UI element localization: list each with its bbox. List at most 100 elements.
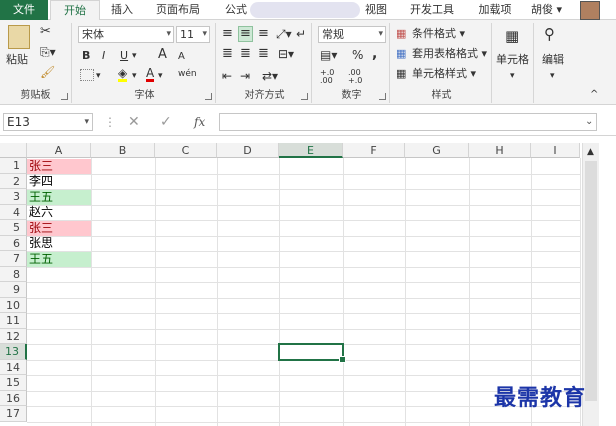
align-middle-icon[interactable]: ≡	[238, 26, 253, 42]
format-as-table-button[interactable]: 套用表格格式 ▾	[412, 47, 487, 61]
expand-formula-icon[interactable]: ⌄	[585, 113, 593, 131]
editing-dropdown-icon[interactable]: ▾	[550, 69, 555, 83]
cell-a1[interactable]: 张三	[27, 158, 91, 174]
column-header-d[interactable]: D	[217, 143, 279, 158]
select-all-corner[interactable]	[0, 143, 27, 158]
align-right-icon[interactable]: ≣	[258, 47, 269, 61]
cut-icon[interactable]: ✂	[40, 25, 51, 39]
accounting-format-icon[interactable]: ▤▾	[320, 48, 337, 62]
phonetic-button[interactable]: wén	[178, 67, 197, 81]
row-header-9[interactable]: 9	[0, 282, 27, 298]
cell-a7[interactable]: 王五	[27, 251, 91, 267]
tab-insert[interactable]: 插入	[104, 0, 140, 20]
paste-label[interactable]: 粘贴	[6, 53, 28, 67]
font-color-icon[interactable]: A	[146, 67, 155, 82]
row-header-8[interactable]: 8	[0, 266, 27, 282]
column-header-h[interactable]: H	[469, 143, 531, 158]
format-table-icon[interactable]: ▦	[396, 47, 406, 61]
row-header-11[interactable]: 11	[0, 313, 27, 329]
underline-dropdown-icon[interactable]: ▾	[132, 49, 137, 63]
font-name-select[interactable]: 宋体	[78, 26, 174, 43]
decrease-indent-icon[interactable]: ⇤	[222, 69, 232, 83]
percent-button[interactable]: %	[352, 48, 363, 62]
column-header-g[interactable]: G	[405, 143, 469, 158]
cell-styles-icon[interactable]: ▦	[396, 67, 406, 81]
decrease-decimal-button[interactable]: .00 +.0	[348, 69, 374, 85]
increase-indent-icon[interactable]: ⇥	[240, 69, 250, 83]
align-top-icon[interactable]: ≡	[222, 27, 233, 41]
comma-button[interactable]: ,	[372, 47, 377, 61]
name-box[interactable]: E13	[3, 113, 93, 131]
column-header-b[interactable]: B	[91, 143, 155, 158]
merge-center-icon[interactable]: ⊟▾	[278, 47, 294, 61]
cells-icon[interactable]: ▦	[505, 29, 519, 44]
row-header-4[interactable]: 4	[0, 204, 27, 220]
number-format-select[interactable]: 常规	[318, 26, 386, 43]
column-header-e[interactable]: E	[279, 143, 343, 158]
grow-font-button[interactable]: A	[158, 48, 167, 62]
row-header-16[interactable]: 16	[0, 390, 27, 406]
column-header-c[interactable]: C	[155, 143, 217, 158]
underline-button[interactable]: U	[120, 49, 128, 63]
row-header-3[interactable]: 3	[0, 189, 27, 205]
conditional-format-icon[interactable]: ▦	[396, 27, 406, 41]
binoculars-icon[interactable]: ⚲	[544, 27, 555, 42]
align-bottom-icon[interactable]: ≡	[258, 27, 269, 41]
clipboard-launcher-icon[interactable]	[61, 93, 68, 100]
row-header-17[interactable]: 17	[0, 406, 27, 422]
row-header-14[interactable]: 14	[0, 359, 27, 375]
row-header-12[interactable]: 12	[0, 328, 27, 344]
tab-view[interactable]: 视图	[358, 0, 394, 20]
paste-icon[interactable]	[8, 25, 30, 49]
row-header-5[interactable]: 5	[0, 220, 27, 236]
cell-a6[interactable]: 张思	[27, 236, 91, 251]
column-header-f[interactable]: F	[343, 143, 405, 158]
number-launcher-icon[interactable]	[379, 93, 386, 100]
formula-input[interactable]	[219, 113, 597, 131]
alignment-launcher-icon[interactable]	[301, 93, 308, 100]
bold-button[interactable]: B	[82, 49, 90, 63]
cancel-icon[interactable]: ✕	[128, 113, 140, 131]
tab-formulas[interactable]: 公式	[218, 0, 254, 20]
cell-a5[interactable]: 张三	[27, 220, 91, 236]
selected-cell[interactable]	[278, 343, 346, 362]
more-icon[interactable]: ⋮	[104, 113, 116, 131]
tab-developer[interactable]: 开发工具	[404, 0, 460, 20]
fill-color-icon[interactable]: ◈	[118, 67, 128, 82]
align-left-icon[interactable]: ≣	[222, 47, 233, 61]
orientation-icon[interactable]: ⤢▾	[276, 27, 292, 41]
increase-decimal-button[interactable]: +.0 .00	[320, 69, 346, 85]
shrink-font-button[interactable]: A	[178, 50, 185, 64]
column-header-i[interactable]: I	[531, 143, 580, 158]
fill-dropdown-icon[interactable]: ▾	[132, 69, 137, 83]
avatar[interactable]	[580, 1, 600, 20]
cell-a3[interactable]: 王五	[27, 189, 91, 205]
cell-a2[interactable]: 李四	[27, 174, 91, 189]
tab-home[interactable]: 开始	[50, 0, 100, 21]
font-color-dropdown-icon[interactable]: ▾	[158, 69, 163, 83]
scroll-thumb[interactable]	[585, 161, 597, 401]
row-header-10[interactable]: 10	[0, 297, 27, 313]
scroll-up-icon[interactable]: ▲	[587, 145, 594, 159]
cell-a4[interactable]: 赵六	[27, 205, 91, 220]
tab-file[interactable]: 文件	[0, 0, 48, 20]
cell-styles-button[interactable]: 单元格样式 ▾	[412, 67, 476, 81]
row-header-15[interactable]: 15	[0, 375, 27, 391]
row-header-1[interactable]: 1	[0, 158, 27, 174]
align-center-icon[interactable]: ≣	[240, 47, 251, 61]
row-header-2[interactable]: 2	[0, 173, 27, 189]
italic-button[interactable]: I	[102, 49, 105, 63]
format-painter-icon[interactable]: 🖌	[40, 65, 55, 79]
text-direction-icon[interactable]: ⇄▾	[262, 69, 278, 83]
row-header-6[interactable]: 6	[0, 235, 27, 251]
insert-function-button[interactable]: fx	[194, 113, 205, 131]
tab-page-layout[interactable]: 页面布局	[150, 0, 206, 20]
cells-button[interactable]: 单元格	[496, 53, 529, 67]
editing-button[interactable]: 编辑	[542, 53, 564, 67]
font-launcher-icon[interactable]	[205, 93, 212, 100]
conditional-format-button[interactable]: 条件格式 ▾	[412, 27, 465, 41]
collapse-ribbon-icon[interactable]: ^	[590, 88, 598, 102]
row-header-7[interactable]: 7	[0, 251, 27, 267]
font-size-select[interactable]: 11	[176, 26, 210, 43]
wrap-text-icon[interactable]: ↵	[296, 27, 306, 41]
